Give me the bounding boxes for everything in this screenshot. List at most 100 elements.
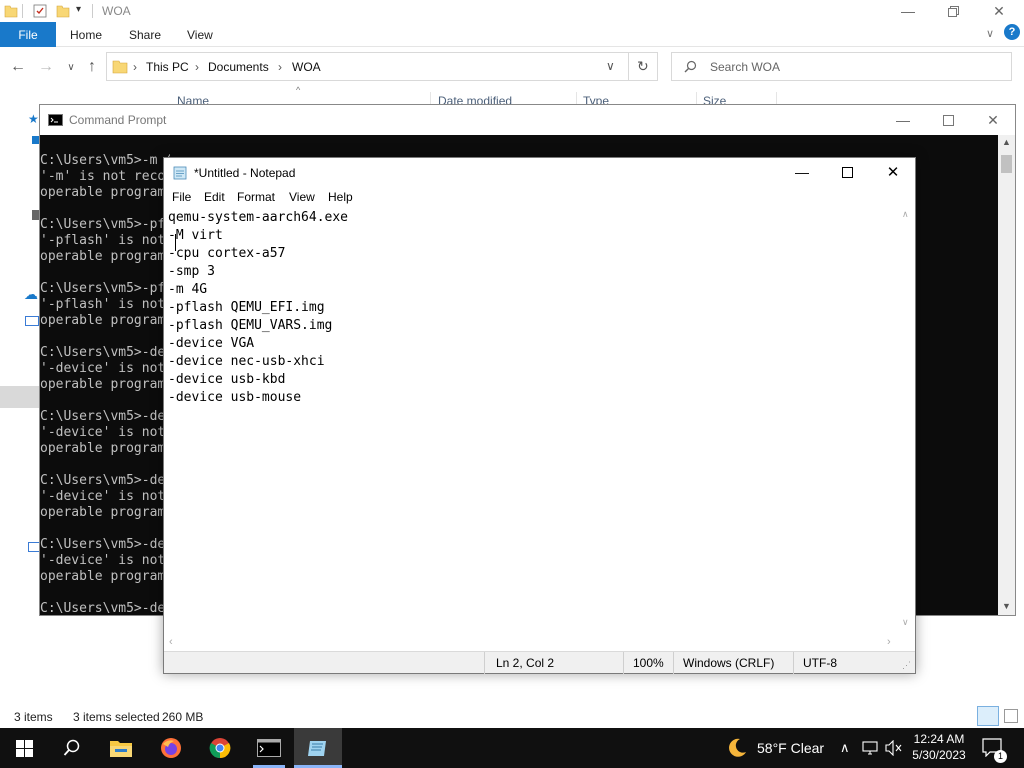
close-icon[interactable]: ✕ — [870, 161, 916, 183]
console-line: '-device' is not recognized as an intern… — [40, 361, 166, 376]
chevron-right-icon[interactable]: › — [133, 60, 137, 74]
menu-help[interactable]: Help — [328, 190, 353, 204]
scroll-down-icon[interactable]: ∨ — [902, 617, 909, 628]
maximize-icon[interactable] — [930, 0, 976, 22]
show-hidden-icons-icon[interactable]: ∧ — [840, 740, 850, 756]
selection-count: 3 items selected — [73, 710, 160, 724]
search-box[interactable]: Search WOA — [671, 52, 1012, 81]
breadcrumb-documents[interactable]: Documents — [208, 60, 269, 74]
cmd-scrollbar[interactable]: ▲ ▼ — [998, 135, 1015, 615]
system-clock[interactable]: 12:24 AM 5/30/2023 — [910, 731, 968, 763]
properties-icon[interactable] — [33, 3, 47, 18]
customize-quick-access-icon[interactable]: ▾ — [76, 4, 81, 15]
chevron-down-icon[interactable]: ∨ — [606, 59, 615, 73]
menu-format[interactable]: Format — [237, 190, 275, 204]
taskbar-command-prompt[interactable] — [245, 728, 293, 768]
text-cursor — [175, 234, 176, 251]
onedrive-icon[interactable]: ☁ — [24, 286, 38, 303]
expand-ribbon-icon[interactable]: ∨ — [986, 27, 994, 40]
selected-nav-item[interactable] — [0, 386, 40, 408]
maximize-icon[interactable] — [925, 109, 971, 131]
quick-access-star-icon[interactable]: ★ — [28, 112, 39, 126]
menu-edit[interactable]: Edit — [204, 190, 225, 204]
breadcrumb-woa[interactable]: WOA — [292, 60, 321, 74]
scroll-thumb[interactable] — [1001, 155, 1012, 173]
scroll-left-icon[interactable]: ‹ — [169, 636, 173, 648]
tab-file[interactable]: File — [0, 22, 56, 47]
console-line: '-pflash' is not recognized as an intern… — [40, 233, 166, 248]
weather-text[interactable]: 58°F Clear — [757, 740, 824, 756]
clock-date: 5/30/2023 — [912, 748, 966, 762]
new-folder-icon[interactable] — [56, 3, 70, 18]
line-endings: Windows (CRLF) — [683, 656, 775, 670]
notepad-status-bar: Ln 2, Col 2 100% Windows (CRLF) UTF-8 ⋰ — [164, 651, 915, 674]
search-icon — [684, 60, 697, 76]
console-line: operable program or batch file. — [40, 249, 166, 264]
folder-icon — [4, 3, 18, 18]
console-line: C:\Users\vm5>-device usb-mouse — [40, 537, 170, 552]
status-divider — [484, 652, 485, 674]
taskbar-firefox[interactable] — [147, 728, 195, 768]
ribbon-tabs: File Home Share View ∨ ? — [0, 22, 1024, 47]
taskbar: 58°F Clear ∧ 12:24 AM 5/30/2023 1 — [0, 728, 1024, 768]
cmd-title-bar: Command Prompt — ✕ — [40, 105, 1015, 135]
tab-share[interactable]: Share — [129, 28, 161, 42]
console-line: operable program or batch file. — [40, 441, 166, 456]
window-title: WOA — [102, 4, 131, 18]
scroll-down-icon[interactable]: ▼ — [1002, 601, 1011, 611]
document-text[interactable]: qemu-system-aarch64.exe -M virt -cpu cor… — [168, 209, 348, 407]
notepad-window[interactable]: *Untitled - Notepad — ✕ File Edit Format… — [163, 157, 916, 674]
minimize-icon[interactable]: — — [885, 0, 931, 22]
console-icon — [48, 114, 63, 126]
console-line: C:\Users\vm5>-device — [40, 601, 170, 616]
forward-arrow-icon[interactable]: → — [37, 58, 55, 76]
taskbar-chrome[interactable] — [196, 728, 244, 768]
search-icon — [63, 739, 80, 756]
minimize-icon[interactable]: — — [779, 161, 825, 183]
recent-locations-icon[interactable]: ∨ — [62, 58, 80, 76]
notepad-title-bar: *Untitled - Notepad — ✕ — [164, 158, 915, 186]
notepad-text-area[interactable]: qemu-system-aarch64.exe -M virt -cpu cor… — [164, 207, 899, 635]
tab-view[interactable]: View — [187, 28, 213, 42]
address-bar[interactable]: › This PC › Documents › WOA ∨ ↻ — [106, 52, 658, 81]
maximize-icon[interactable] — [824, 161, 870, 183]
sort-ascending-icon: ^ — [296, 85, 301, 95]
scroll-up-icon[interactable]: ∧ — [902, 209, 909, 220]
breadcrumb-this-pc[interactable]: This PC — [146, 60, 189, 74]
console-line: operable program or batch file. — [40, 569, 166, 584]
horizontal-scrollbar[interactable]: ‹ › — [164, 635, 915, 651]
taskbar-file-explorer[interactable] — [97, 728, 145, 768]
title-divider — [22, 4, 23, 18]
menu-view[interactable]: View — [289, 190, 315, 204]
console-output[interactable]: C:\Users\vm5>-m 4G'-m' is not recognized… — [40, 153, 170, 617]
chevron-right-icon[interactable]: › — [278, 60, 282, 74]
back-arrow-icon[interactable]: ← — [9, 58, 27, 76]
help-icon[interactable]: ? — [1004, 24, 1020, 40]
minimize-icon[interactable]: — — [880, 109, 926, 131]
start-button[interactable] — [0, 728, 48, 768]
refresh-icon[interactable]: ↻ — [637, 58, 649, 75]
network-icon[interactable] — [862, 741, 878, 758]
chevron-right-icon[interactable]: › — [195, 60, 199, 74]
scroll-right-icon[interactable]: › — [887, 636, 891, 648]
weather-moon-icon[interactable] — [726, 737, 748, 762]
scroll-up-icon[interactable]: ▲ — [1002, 137, 1011, 147]
volume-muted-icon[interactable] — [885, 739, 903, 759]
console-line: C:\Users\vm5>-device nec-usb-xhci — [40, 409, 170, 424]
this-pc-icon[interactable] — [25, 316, 39, 326]
tab-home[interactable]: Home — [70, 28, 102, 42]
up-arrow-icon[interactable]: ↑ — [83, 58, 101, 76]
close-icon[interactable]: ✕ — [976, 0, 1022, 22]
taskbar-notepad[interactable] — [294, 728, 342, 768]
menu-file[interactable]: File — [172, 190, 191, 204]
search-button[interactable] — [48, 728, 96, 768]
large-icons-view-icon[interactable] — [1004, 709, 1018, 723]
resize-grip-icon[interactable]: ⋰ — [902, 660, 911, 671]
vertical-scrollbar[interactable]: ∧ ∨ — [899, 207, 915, 635]
address-divider — [628, 53, 629, 80]
close-icon[interactable]: ✕ — [970, 109, 1016, 131]
details-view-icon[interactable] — [977, 706, 999, 726]
